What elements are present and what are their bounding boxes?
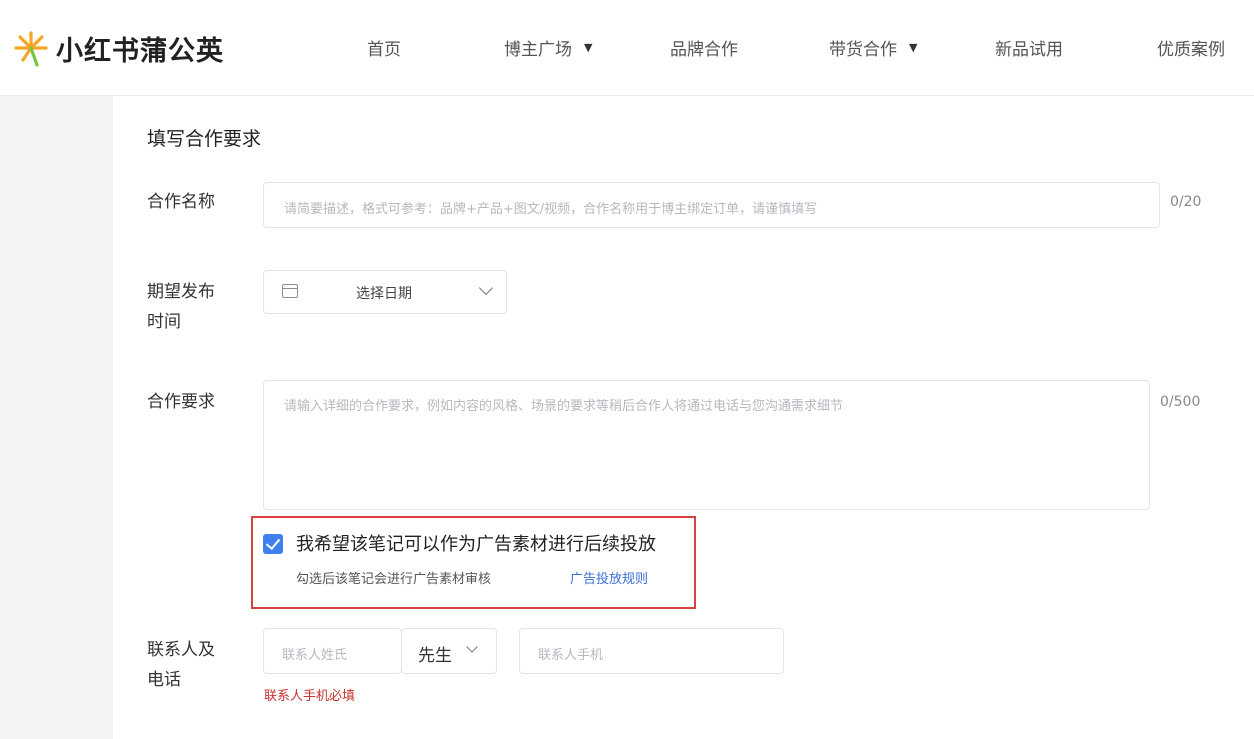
contact-title-select[interactable]: 先生 <box>401 628 497 674</box>
contact-label-line1: 联系人及 <box>147 640 215 660</box>
date-picker[interactable]: 选择日期 <box>263 270 507 314</box>
requirements-counter: 0/500 <box>1160 394 1201 410</box>
caret-down-icon: ▼ <box>909 40 918 54</box>
nav-blogger-square-label: 博主广场 <box>504 39 572 60</box>
top-nav-bar: 小红书蒲公英 首页 博主广场 ▼ 品牌合作 带货合作 ▼ 新品试用 优质案例 <box>0 0 1254 96</box>
nav-brand-cooperation-label: 品牌合作 <box>670 39 738 60</box>
nav-quality-cases-label: 优质案例 <box>1157 39 1225 60</box>
nav-new-product-trial-label: 新品试用 <box>995 39 1063 60</box>
cooperation-name-label: 合作名称 <box>147 192 215 212</box>
contact-phone-input[interactable]: 联系人手机 <box>519 628 784 674</box>
section-title: 填写合作要求 <box>147 128 262 150</box>
contact-phone-error: 联系人手机必填 <box>264 689 356 704</box>
dandelion-logo-icon <box>14 31 48 67</box>
nav-sales-cooperation[interactable]: 带货合作 ▼ <box>829 34 917 60</box>
nav-new-product-trial[interactable]: 新品试用 <box>995 34 1063 60</box>
nav-brand-cooperation[interactable]: 品牌合作 <box>670 34 738 60</box>
contact-surname-placeholder: 联系人姓氏 <box>282 648 348 663</box>
requirements-label: 合作要求 <box>147 392 215 412</box>
chevron-down-icon <box>466 641 478 653</box>
nav-sales-cooperation-label: 带货合作 <box>829 39 897 60</box>
ad-rules-link[interactable]: 广告投放规则 <box>570 568 648 587</box>
cooperation-name-counter: 0/20 <box>1170 194 1202 210</box>
calendar-icon <box>282 284 298 298</box>
nav-blogger-square[interactable]: 博主广场 ▼ <box>504 34 592 60</box>
nav-quality-cases[interactable]: 优质案例 <box>1157 34 1225 60</box>
ad-material-checkbox[interactable] <box>263 534 283 554</box>
chevron-down-icon <box>478 280 494 296</box>
cooperation-name-placeholder: 请简要描述，格式可参考：品牌+产品+图文/视频，合作名称用于博主绑定订单，请谨慎… <box>284 202 818 217</box>
contact-label-line2: 电话 <box>147 670 181 690</box>
publish-time-label-line1: 期望发布 <box>147 282 215 302</box>
requirements-textarea[interactable]: 请输入详细的合作要求，例如内容的风格、场景的要求等稍后合作人将通过电话与您沟通需… <box>263 380 1150 510</box>
ad-material-hint: 勾选后该笔记会进行广告素材审核 <box>296 572 492 587</box>
nav-home-label: 首页 <box>367 39 401 60</box>
logo[interactable]: 小红书蒲公英 <box>10 26 224 70</box>
date-picker-value: 选择日期 <box>356 286 412 302</box>
publish-time-label-line2: 时间 <box>147 312 181 332</box>
logo-text: 小红书蒲公英 <box>56 35 224 67</box>
nav-home[interactable]: 首页 <box>367 34 401 60</box>
contact-surname-input[interactable]: 联系人姓氏 <box>263 628 402 674</box>
contact-phone-placeholder: 联系人手机 <box>538 648 604 663</box>
contact-title-value: 先生 <box>418 646 452 666</box>
ad-material-label[interactable]: 我希望该笔记可以作为广告素材进行后续投放 <box>296 530 656 556</box>
requirements-placeholder: 请输入详细的合作要求，例如内容的风格、场景的要求等稍后合作人将通过电话与您沟通需… <box>284 399 844 414</box>
caret-down-icon: ▼ <box>584 40 593 54</box>
cooperation-name-input[interactable]: 请简要描述，格式可参考：品牌+产品+图文/视频，合作名称用于博主绑定订单，请谨慎… <box>263 182 1160 228</box>
